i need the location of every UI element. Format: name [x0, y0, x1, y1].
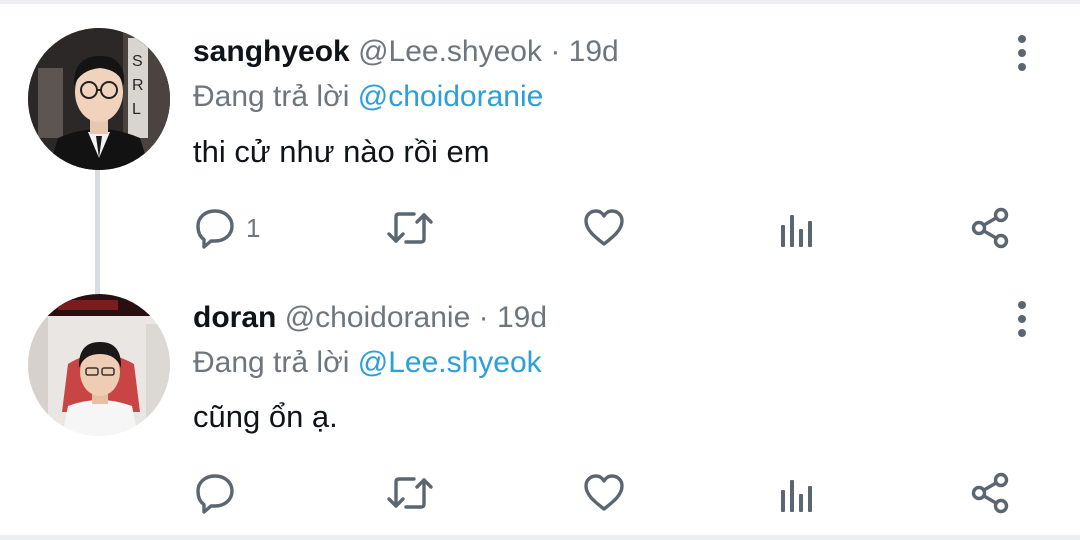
avatar[interactable]: S R L — [28, 28, 170, 170]
analytics-button[interactable] — [779, 203, 815, 253]
svg-text:R: R — [132, 77, 144, 94]
heart-icon — [583, 472, 625, 514]
tweet-actions — [0, 468, 1080, 518]
analytics-icon — [779, 207, 815, 249]
reply-button[interactable] — [194, 468, 246, 518]
top-divider — [0, 0, 1080, 4]
replying-to-label: Đang trả lời — [193, 80, 350, 113]
share-icon — [970, 207, 1012, 249]
reply-button[interactable]: 1 — [194, 203, 260, 253]
bottom-divider — [0, 535, 1080, 540]
username[interactable]: @Lee.shyeok — [358, 35, 542, 68]
replying-to: Đang trả lời @choidoranie — [193, 77, 543, 117]
replying-to: Đang trả lời @Lee.shyeok — [193, 343, 542, 383]
speech-bubble-icon — [194, 472, 236, 514]
tweet-header: sanghyeok @Lee.shyeok · 19d — [193, 32, 619, 72]
analytics-icon — [779, 472, 815, 514]
retweet-button[interactable] — [386, 203, 434, 253]
share-button[interactable] — [970, 468, 1012, 518]
retweet-button[interactable] — [386, 468, 434, 518]
share-icon — [970, 472, 1012, 514]
retweet-icon — [386, 207, 434, 249]
display-name[interactable]: sanghyeok — [193, 35, 350, 68]
avatar[interactable] — [28, 294, 170, 436]
retweet-icon — [386, 472, 434, 514]
like-button[interactable] — [583, 203, 625, 253]
more-vertical-icon[interactable] — [1006, 299, 1038, 339]
timestamp[interactable]: 19d — [497, 301, 547, 334]
speech-bubble-icon — [194, 207, 236, 249]
analytics-button[interactable] — [779, 468, 815, 518]
more-vertical-icon[interactable] — [1006, 33, 1038, 73]
display-name[interactable]: doran — [193, 301, 276, 334]
mention-link[interactable]: @choidoranie — [358, 80, 544, 113]
tweet-actions: 1 — [0, 203, 1080, 253]
reply-count: 1 — [246, 212, 261, 243]
tweet-text: cũng ổn ạ. — [193, 399, 338, 434]
like-button[interactable] — [583, 468, 625, 518]
mention-link[interactable]: @Lee.shyeok — [358, 346, 542, 379]
svg-text:S: S — [132, 53, 143, 70]
separator-dot: · — [478, 301, 489, 334]
tweet-text: thi cử như nào rồi em — [193, 134, 490, 169]
timestamp[interactable]: 19d — [569, 35, 619, 68]
svg-text:L: L — [132, 101, 141, 118]
share-button[interactable] — [970, 203, 1012, 253]
tweet-header: doran @choidoranie · 19d — [193, 298, 547, 338]
replying-to-label: Đang trả lời — [193, 346, 350, 379]
username[interactable]: @choidoranie — [285, 301, 471, 334]
heart-icon — [583, 207, 625, 249]
separator-dot: · — [550, 35, 561, 68]
